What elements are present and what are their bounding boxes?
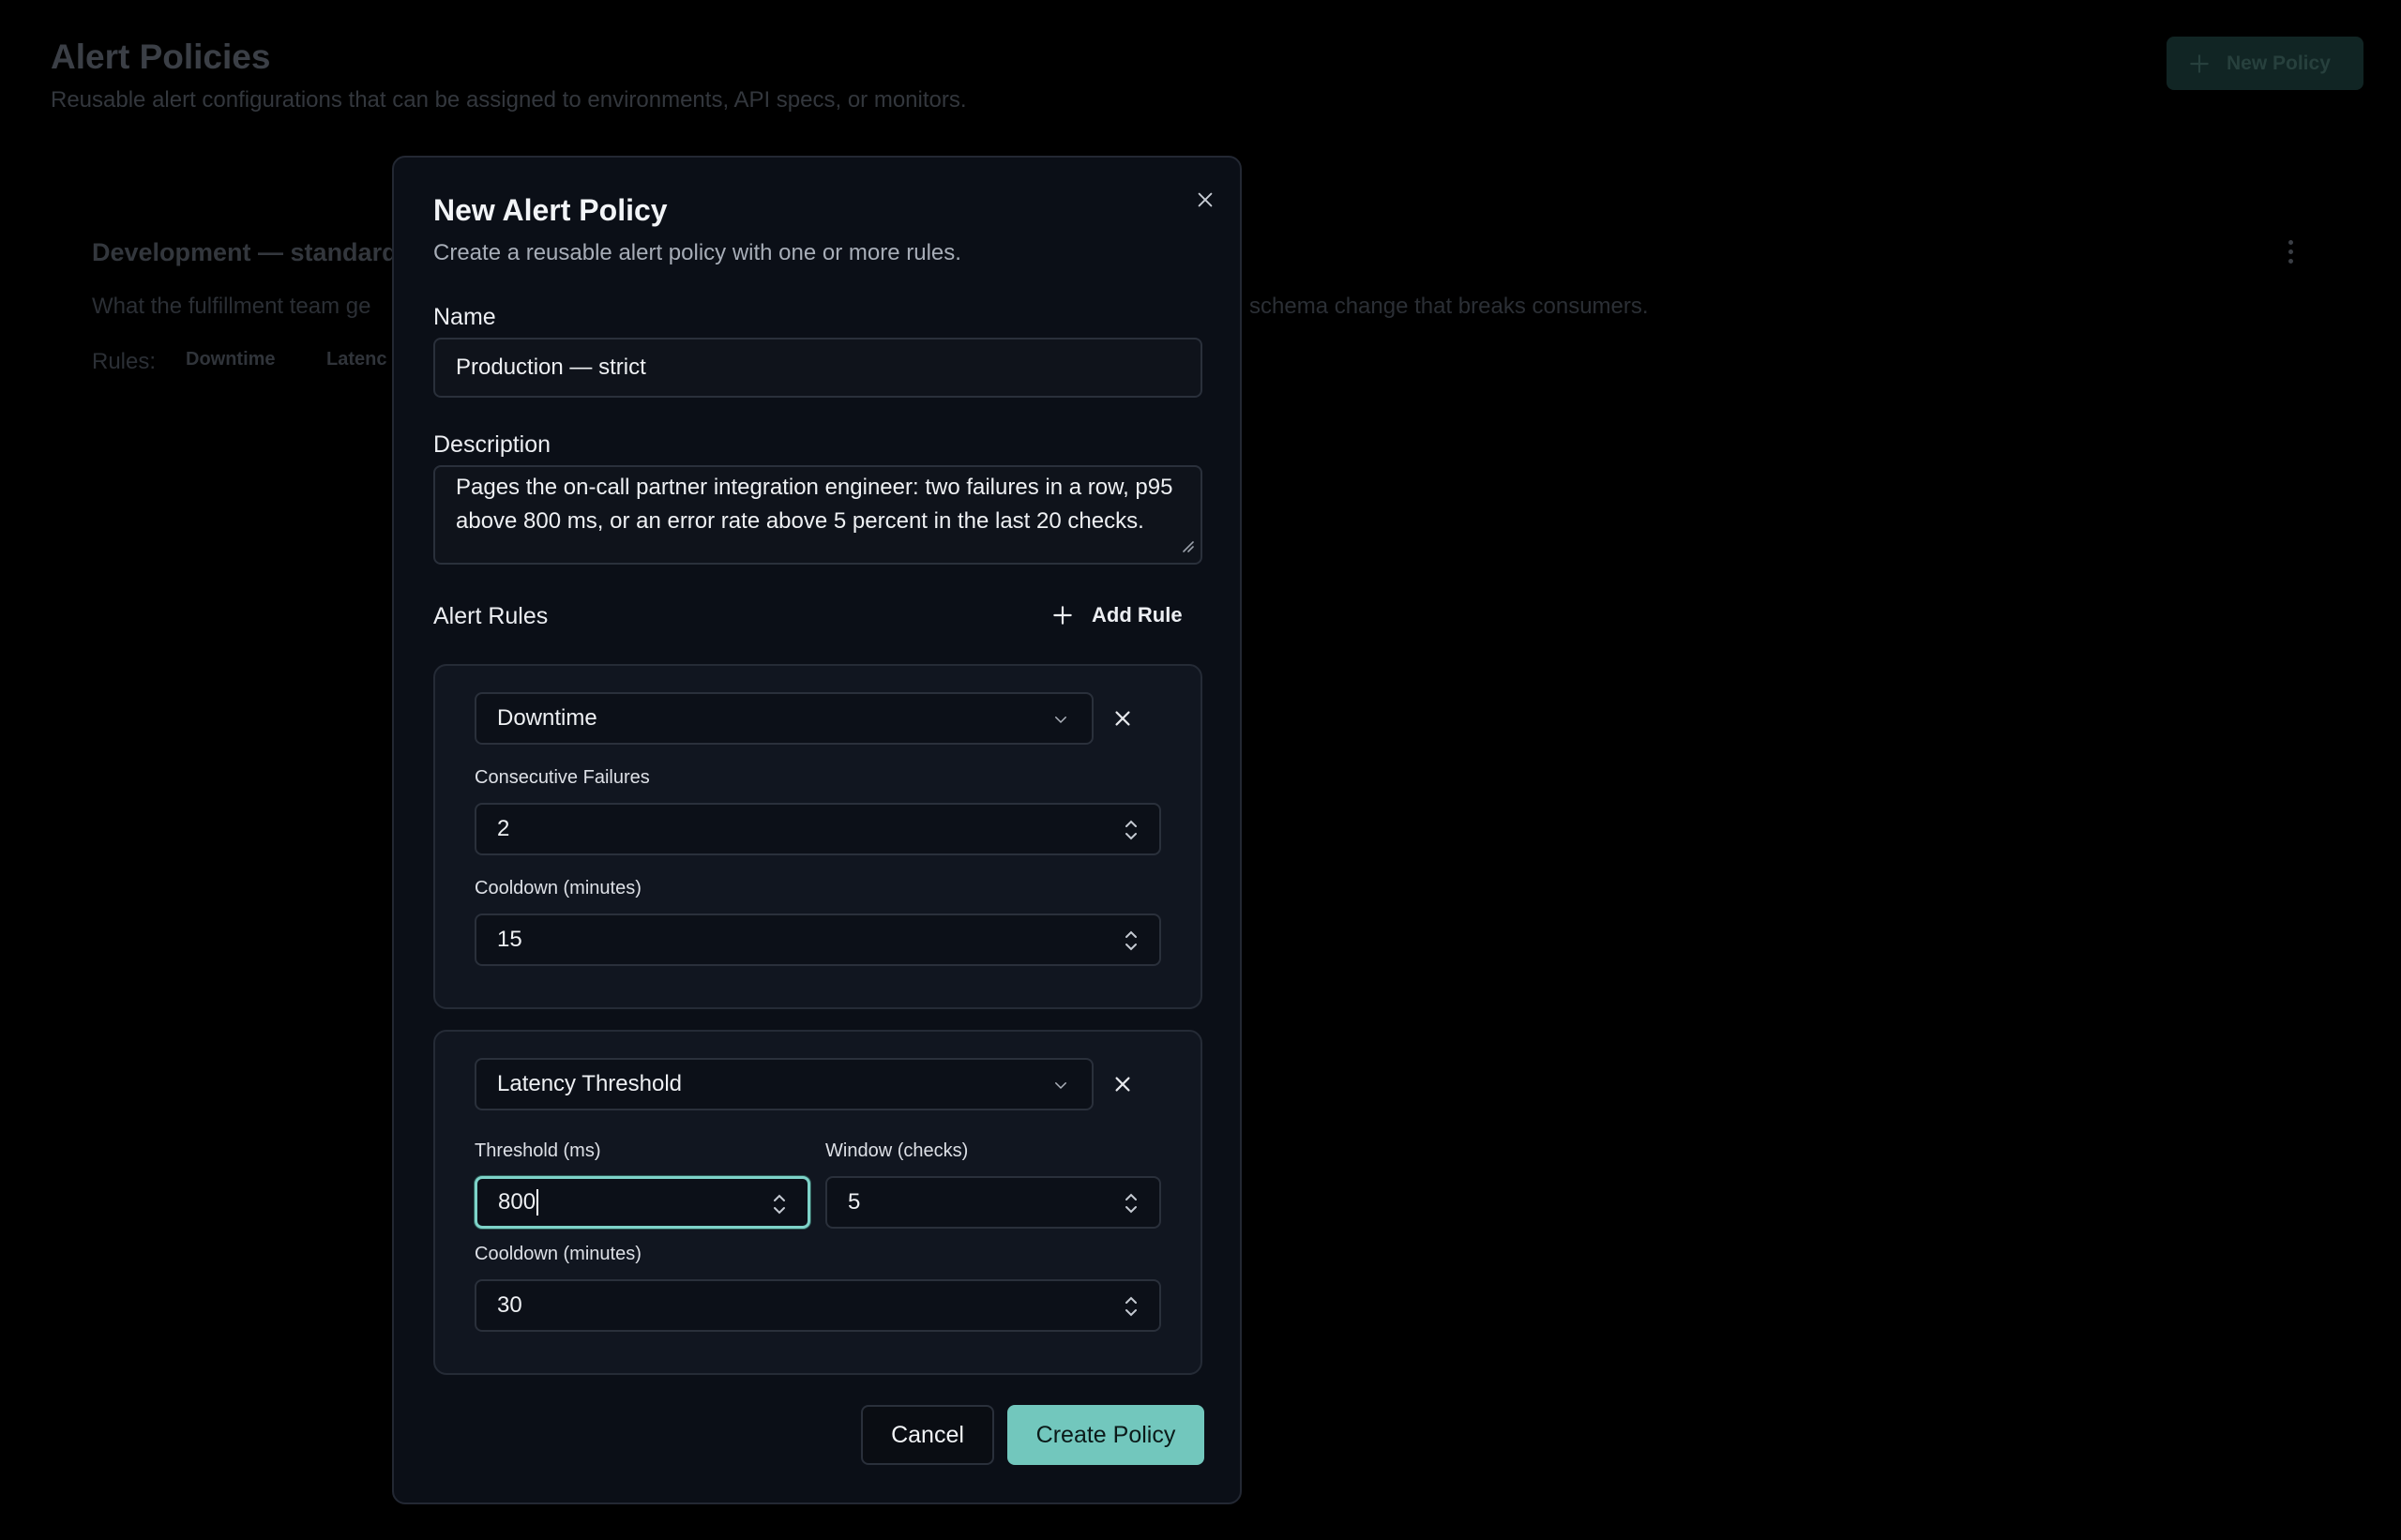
plus-icon (1053, 606, 1072, 625)
consecutive-failures-label: Consecutive Failures (475, 767, 650, 788)
name-input[interactable] (433, 338, 1202, 398)
chevron-down-icon (1055, 1082, 1066, 1090)
rule-card-latency: Latency Threshold Threshold (ms) 800 Win… (433, 1030, 1202, 1375)
threshold-label: Threshold (ms) (475, 1140, 601, 1161)
policy-card-description-tail: schema change that breaks consumers. (1249, 294, 1649, 319)
cooldown-value: 30 (497, 1292, 522, 1318)
rule-type-select[interactable]: Downtime (475, 692, 1094, 745)
cooldown-input[interactable]: 30 (475, 1279, 1161, 1332)
resize-grip-icon[interactable] (1178, 536, 1195, 553)
dialog-title: New Alert Policy (433, 193, 668, 227)
rule-card-downtime: Downtime Consecutive Failures 2 Cooldown… (433, 664, 1202, 1009)
name-label: Name (433, 304, 496, 330)
rule-type-select[interactable]: Latency Threshold (475, 1058, 1094, 1110)
description-textarea[interactable]: Pages the on-call partner integration en… (433, 465, 1202, 565)
dialog-subtitle: Create a reusable alert policy with one … (433, 240, 961, 265)
spinner-updown-icon[interactable] (1124, 929, 1139, 953)
new-policy-button[interactable]: New Policy (2167, 37, 2363, 90)
policy-card-title[interactable]: Development — standard (92, 238, 398, 267)
consecutive-failures-value: 2 (497, 816, 510, 841)
rule-chip: Downtime (186, 349, 276, 370)
consecutive-failures-input[interactable]: 2 (475, 803, 1161, 855)
close-icon (1115, 711, 1130, 726)
cooldown-label: Cooldown (minutes) (475, 1244, 642, 1264)
window-value: 5 (848, 1189, 861, 1215)
window-input[interactable]: 5 (825, 1176, 1161, 1229)
alert-rules-label: Alert Rules (433, 603, 549, 629)
kebab-menu-icon[interactable] (2288, 240, 2296, 268)
close-icon (1198, 192, 1213, 207)
cooldown-value: 15 (497, 927, 522, 952)
threshold-value: 800 (498, 1189, 536, 1215)
spinner-updown-icon[interactable] (1124, 818, 1139, 842)
chevron-down-icon (1055, 717, 1066, 724)
threshold-input[interactable]: 800 (475, 1176, 810, 1229)
text-caret (536, 1189, 539, 1215)
window-label: Window (checks) (825, 1140, 969, 1161)
rule-chip: Latenc (326, 349, 387, 370)
close-icon (1115, 1077, 1130, 1092)
new-alert-policy-dialog: New Alert Policy Create a reusable alert… (392, 156, 1242, 1504)
cooldown-label: Cooldown (minutes) (475, 878, 642, 898)
spinner-updown-icon[interactable] (1124, 1191, 1139, 1215)
create-policy-button[interactable]: Create Policy (1007, 1405, 1204, 1465)
policy-card-description: What the fulfillment team ge (92, 294, 371, 319)
add-rule-button[interactable]: Add Rule (1050, 596, 1183, 634)
rule-type-value: Latency Threshold (497, 1071, 683, 1096)
plus-icon (2190, 53, 2209, 73)
page-subtitle: Reusable alert configurations that can b… (51, 87, 967, 113)
page-title: Alert Policies (51, 38, 271, 76)
add-rule-label: Add Rule (1092, 603, 1183, 627)
remove-rule-button[interactable] (1107, 1068, 1139, 1100)
description-label: Description (433, 431, 551, 458)
close-dialog-button[interactable] (1191, 186, 1219, 214)
new-policy-label: New Policy (2227, 52, 2331, 74)
cancel-button[interactable]: Cancel (861, 1405, 994, 1465)
spinner-updown-icon[interactable] (1124, 1294, 1139, 1319)
policy-card-rules-label: Rules: (92, 349, 157, 374)
spinner-updown-icon[interactable] (772, 1192, 787, 1216)
remove-rule-button[interactable] (1107, 702, 1139, 734)
rule-type-value: Downtime (497, 705, 597, 731)
cooldown-input[interactable]: 15 (475, 913, 1161, 966)
